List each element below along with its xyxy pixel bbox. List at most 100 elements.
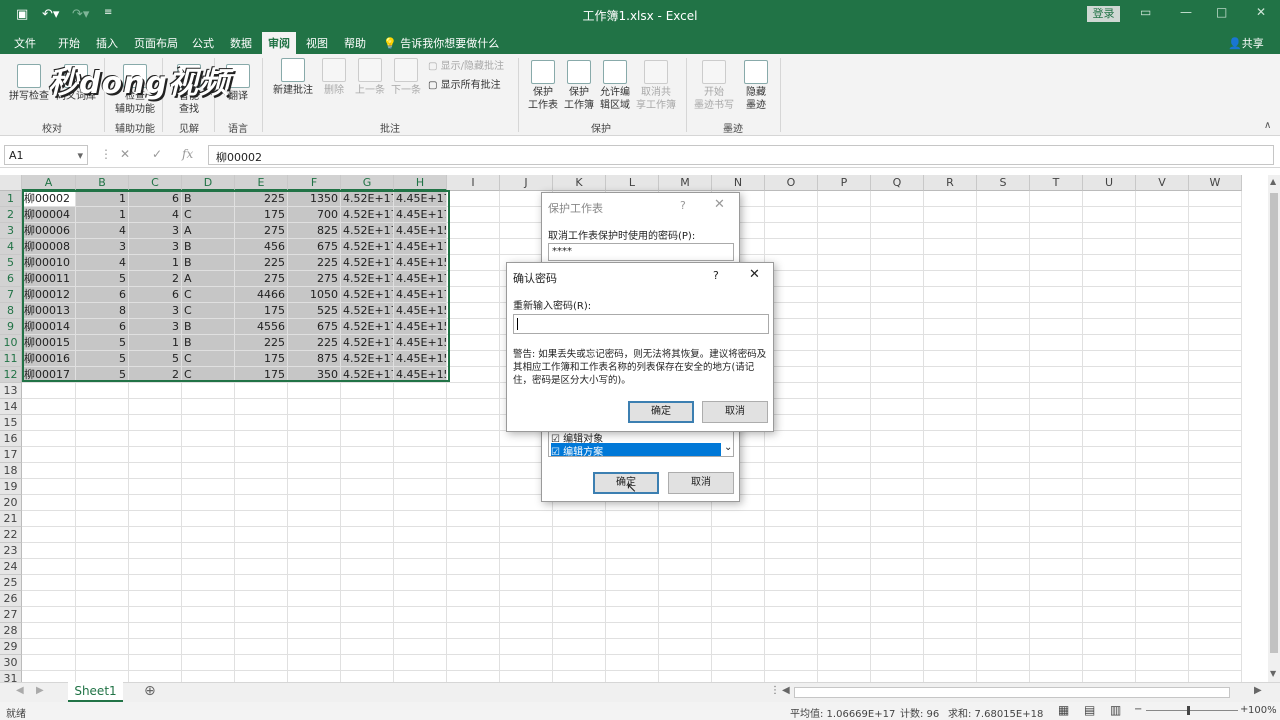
row-header[interactable]: 6	[0, 271, 22, 287]
cell[interactable]	[818, 319, 871, 335]
cell[interactable]: 4.52E+17	[341, 207, 394, 223]
cell[interactable]	[606, 527, 659, 543]
cell[interactable]	[22, 463, 76, 479]
cell[interactable]	[129, 575, 182, 591]
cell[interactable]	[924, 463, 977, 479]
cell[interactable]	[1189, 399, 1242, 415]
cell[interactable]	[235, 463, 288, 479]
cell[interactable]	[924, 207, 977, 223]
cell[interactable]: B	[182, 255, 235, 271]
cell[interactable]	[394, 479, 447, 495]
cell[interactable]	[871, 671, 924, 682]
cell[interactable]	[977, 591, 1030, 607]
cell[interactable]	[977, 351, 1030, 367]
column-header-J[interactable]: J	[500, 175, 553, 191]
cell[interactable]	[1030, 623, 1083, 639]
cell[interactable]	[1189, 223, 1242, 239]
row-header[interactable]: 17	[0, 447, 22, 463]
cell[interactable]	[500, 671, 553, 682]
cell[interactable]	[235, 415, 288, 431]
cell[interactable]	[871, 207, 924, 223]
cell[interactable]	[553, 511, 606, 527]
cell[interactable]: 3	[76, 239, 129, 255]
close-icon[interactable]: ✕	[714, 197, 725, 212]
cell[interactable]: 5	[76, 271, 129, 287]
cell[interactable]: 4.52E+17	[341, 351, 394, 367]
cell[interactable]	[871, 591, 924, 607]
cell[interactable]	[182, 559, 235, 575]
cell[interactable]	[818, 367, 871, 383]
cell[interactable]: 525	[288, 303, 341, 319]
cell[interactable]	[1030, 463, 1083, 479]
cell[interactable]	[1030, 351, 1083, 367]
row-header[interactable]: 13	[0, 383, 22, 399]
cell[interactable]	[1136, 367, 1189, 383]
column-header-V[interactable]: V	[1136, 175, 1189, 191]
cell[interactable]	[1136, 511, 1189, 527]
cell[interactable]	[924, 319, 977, 335]
cell[interactable]	[1083, 303, 1136, 319]
cell[interactable]	[129, 559, 182, 575]
cell[interactable]	[1083, 287, 1136, 303]
cell[interactable]	[1189, 415, 1242, 431]
cell[interactable]	[235, 543, 288, 559]
cell[interactable]	[22, 431, 76, 447]
cell[interactable]	[712, 543, 765, 559]
cell[interactable]	[1030, 367, 1083, 383]
cell[interactable]: 225	[235, 191, 288, 207]
cell[interactable]	[22, 479, 76, 495]
cell[interactable]	[447, 511, 500, 527]
row-header[interactable]: 9	[0, 319, 22, 335]
cell[interactable]	[341, 463, 394, 479]
cell[interactable]	[606, 591, 659, 607]
cell[interactable]	[765, 671, 818, 682]
cell[interactable]	[712, 607, 765, 623]
delete-comment-button[interactable]: 删除	[320, 58, 348, 97]
column-header-A[interactable]: A	[22, 175, 76, 191]
cell[interactable]	[818, 383, 871, 399]
cell[interactable]	[977, 543, 1030, 559]
cell[interactable]	[447, 367, 500, 383]
cell[interactable]	[871, 511, 924, 527]
confirm-cancel-button[interactable]: 取消	[702, 401, 768, 423]
scroll-thumb[interactable]	[1270, 193, 1278, 653]
cell[interactable]	[76, 479, 129, 495]
cell[interactable]	[818, 255, 871, 271]
cell[interactable]	[1083, 431, 1136, 447]
cell[interactable]: B	[182, 191, 235, 207]
cell[interactable]	[553, 607, 606, 623]
cell[interactable]	[1083, 575, 1136, 591]
cell[interactable]	[447, 671, 500, 682]
cell[interactable]	[1083, 623, 1136, 639]
cell[interactable]	[659, 655, 712, 671]
page-layout-view-icon[interactable]: ▤	[1084, 703, 1095, 717]
cell[interactable]	[977, 623, 1030, 639]
cell[interactable]	[1136, 671, 1189, 682]
cell[interactable]	[22, 671, 76, 682]
cell[interactable]	[394, 431, 447, 447]
cell[interactable]	[924, 303, 977, 319]
cell[interactable]	[1030, 431, 1083, 447]
cell[interactable]	[288, 591, 341, 607]
cell[interactable]	[182, 575, 235, 591]
cell[interactable]: 柳00014	[22, 319, 76, 335]
cell[interactable]	[22, 415, 76, 431]
cell[interactable]	[500, 591, 553, 607]
cell[interactable]	[553, 639, 606, 655]
cell[interactable]	[129, 383, 182, 399]
cell[interactable]	[871, 639, 924, 655]
cell[interactable]	[871, 543, 924, 559]
cell[interactable]	[1136, 415, 1189, 431]
cell[interactable]	[871, 287, 924, 303]
cell[interactable]	[182, 511, 235, 527]
cell[interactable]	[659, 639, 712, 655]
cell[interactable]	[1083, 591, 1136, 607]
cell[interactable]	[818, 399, 871, 415]
cell[interactable]	[341, 591, 394, 607]
cell[interactable]	[182, 463, 235, 479]
cell[interactable]	[977, 303, 1030, 319]
cell[interactable]	[871, 255, 924, 271]
cell[interactable]	[447, 303, 500, 319]
cell[interactable]	[553, 543, 606, 559]
cell[interactable]	[394, 463, 447, 479]
